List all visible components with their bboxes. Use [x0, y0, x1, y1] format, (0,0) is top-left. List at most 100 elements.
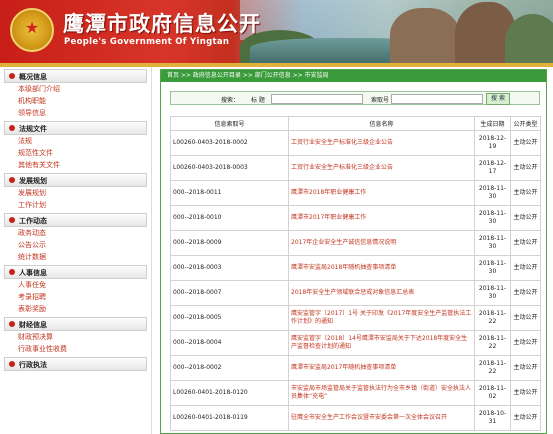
national-emblem-icon: ★: [10, 8, 54, 52]
info-date: 2018-11-22: [474, 330, 511, 356]
info-type: 主动公开: [510, 355, 541, 381]
bullet-icon: [9, 125, 15, 131]
sidebar-item[interactable]: 本级部门介绍: [0, 83, 151, 95]
info-title-link[interactable]: 鹰潭市安监局2017年随机抽查事项清单: [288, 355, 475, 381]
table-row: 000--2018-0011 鹰潭市2018年职业健康工作 2018-11-30 主动…: [170, 180, 541, 206]
table-row: 000--2018-0003 鹰潭市安监局2018年随机抽查事项清单 2018-11…: [170, 255, 541, 281]
sidebar-section-title: 财经信息: [19, 321, 47, 329]
site-title-en: People's Government Of Yingtan: [64, 37, 230, 47]
sidebar-section-header[interactable]: 法规文件: [4, 121, 147, 135]
header-mountain: [390, 8, 460, 63]
column-header: 信息索取号: [170, 116, 289, 131]
info-index: L00260-0401-2018-0120: [170, 380, 289, 406]
info-index: 000--2018-0007: [170, 280, 289, 306]
header-mountain: [505, 14, 553, 63]
sidebar-section-header[interactable]: 发展规划: [4, 173, 147, 187]
sidebar-item[interactable]: 行政事业性收费: [0, 343, 151, 355]
info-title-link[interactable]: 工贸行业安全生产标准化三级企业公告: [288, 130, 475, 156]
index-search-input[interactable]: [391, 94, 483, 104]
sidebar-item[interactable]: 政务动态: [0, 227, 151, 239]
info-type: 主动公开: [510, 330, 541, 356]
info-index: 000--2018-0010: [170, 205, 289, 231]
sidebar-item[interactable]: 工作计划: [0, 199, 151, 211]
info-date: 2018-11-30: [474, 230, 511, 256]
info-index: 000--2018-0003: [170, 255, 289, 281]
info-date: 2018-12-17: [474, 155, 511, 181]
info-index: 000--2018-0009: [170, 230, 289, 256]
column-header: 信息名称: [288, 116, 475, 131]
info-type: 主动公开: [510, 230, 541, 256]
title-label: 标 题: [251, 97, 265, 104]
info-index: 000--2018-0005: [170, 305, 289, 331]
table-row: L00260-0403-2018-0003 工贸行业安全生产标准化三级企业公告 20…: [170, 155, 541, 181]
info-date: 2018-10-31: [474, 405, 511, 431]
sidebar-item[interactable]: 其他有关文件: [0, 159, 151, 171]
bullet-icon: [9, 269, 15, 275]
info-title-link[interactable]: 鹰安监管字〔2018〕14号鹰潭市安监局关于下达2018年度安全生产监督检查计划…: [288, 330, 475, 356]
title-search-input[interactable]: [271, 94, 363, 104]
table-row: L00260-0401-2018-0119 驻鹰全市安全生产工作会议暨市安委会第一…: [170, 405, 541, 431]
info-type: 主动公开: [510, 280, 541, 306]
bullet-icon: [9, 361, 15, 367]
sidebar-item[interactable]: 公告公示: [0, 239, 151, 251]
bullet-icon: [9, 217, 15, 223]
bullet-icon: [9, 73, 15, 79]
sidebar-item[interactable]: 财政预决算: [0, 331, 151, 343]
column-header: 生成日期: [474, 116, 511, 131]
sidebar-section-header[interactable]: 人事信息: [4, 265, 147, 279]
table-row: 000--2018-0007 2018年安全生产领域联合惩戒对象信息汇总表 2018…: [170, 280, 541, 306]
sidebar-section-header[interactable]: 财经信息: [4, 317, 147, 331]
sidebar-section-header[interactable]: 工作动态: [4, 213, 147, 227]
info-index: L00260-0403-2018-0002: [170, 130, 289, 156]
info-date: 2018-11-30: [474, 280, 511, 306]
info-title-link[interactable]: 2017年企业安全生产诚信信息情况说明: [288, 230, 475, 256]
info-index: 000--2018-0011: [170, 180, 289, 206]
info-index: 000--2018-0004: [170, 330, 289, 356]
info-title-link[interactable]: 2018年安全生产领域联合惩戒对象信息汇总表: [288, 280, 475, 306]
info-type: 主动公开: [510, 155, 541, 181]
sidebar-section-title: 发展规划: [19, 177, 47, 185]
info-title-link[interactable]: 鹰潭市2018年职业健康工作: [288, 180, 475, 206]
sidebar-section-title: 工作动态: [19, 217, 47, 225]
sidebar-section-title: 人事信息: [19, 269, 47, 277]
sidebar-item[interactable]: 规范性文件: [0, 147, 151, 159]
info-title-link[interactable]: 驻鹰全市安全生产工作会议暨市安委会第一次全体会议召开: [288, 405, 475, 431]
sidebar-item[interactable]: 发展规划: [0, 187, 151, 199]
info-title-link[interactable]: 鹰安监管字〔2017〕1号 关于印发《2017年度安全生产监管执法工作计划》的通…: [288, 305, 475, 331]
sidebar-section-header[interactable]: 概况信息: [4, 69, 147, 83]
sidebar-item[interactable]: 表彰奖励: [0, 303, 151, 315]
info-date: 2018-11-30: [474, 255, 511, 281]
column-header: 公开类型: [510, 116, 541, 131]
info-type: 主动公开: [510, 130, 541, 156]
sidebar-item[interactable]: 法规: [0, 135, 151, 147]
info-type: 主动公开: [510, 180, 541, 206]
breadcrumb: 首页 >> 政府信息公开目录 >> 部门公开信息 >> 市安监局: [161, 70, 546, 82]
sidebar-item[interactable]: 领导信息: [0, 107, 151, 119]
table-row: L00260-0401-2018-0120 市安监局市场监管局关于监管执法行为全市…: [170, 380, 541, 406]
sidebar: 概况信息 本级部门介绍 机构职能 领导信息 法规文件 法规 规范性文件 其他有关文件 发展规划发…: [0, 67, 152, 434]
search-label: 搜索：: [221, 97, 240, 104]
sidebar-item[interactable]: 机构职能: [0, 95, 151, 107]
info-table: 信息索取号 信息名称 生成日期 公开类型 L00260-0403-2018-0002 工…: [170, 116, 541, 431]
info-type: 主动公开: [510, 205, 541, 231]
info-index: 000--2018-0002: [170, 355, 289, 381]
search-button[interactable]: 搜 索: [486, 93, 510, 105]
info-title-link[interactable]: 鹰潭市安监局2018年随机抽查事项清单: [288, 255, 475, 281]
sidebar-item[interactable]: 统计数据: [0, 251, 151, 263]
info-type: 主动公开: [510, 305, 541, 331]
sidebar-item[interactable]: 考录招聘: [0, 291, 151, 303]
sidebar-section-title: 概况信息: [19, 73, 47, 81]
info-title-link[interactable]: 市安监局市场监管局关于监管执法行为全市乡镇（街道）安全执法人员集体“充电”: [288, 380, 475, 406]
info-date: 2018-11-22: [474, 355, 511, 381]
info-index: L00260-0403-2018-0003: [170, 155, 289, 181]
info-date: 2018-11-30: [474, 180, 511, 206]
info-title-link[interactable]: 工贸行业安全生产标准化三级企业公告: [288, 155, 475, 181]
info-type: 主动公开: [510, 255, 541, 281]
info-title-link[interactable]: 鹰潭市2017年职业健康工作: [288, 205, 475, 231]
info-date: 2018-11-02: [474, 380, 511, 406]
table-row: 000--2018-0010 鹰潭市2017年职业健康工作 2018-11-30 主动…: [170, 205, 541, 231]
sidebar-item[interactable]: 人事任免: [0, 279, 151, 291]
sidebar-section-title: 法规文件: [19, 125, 47, 133]
sidebar-section-header[interactable]: 行政执法: [4, 357, 147, 371]
site-header: ★ 鹰潭市政府信息公开 People's Government Of Yingt…: [0, 0, 553, 63]
